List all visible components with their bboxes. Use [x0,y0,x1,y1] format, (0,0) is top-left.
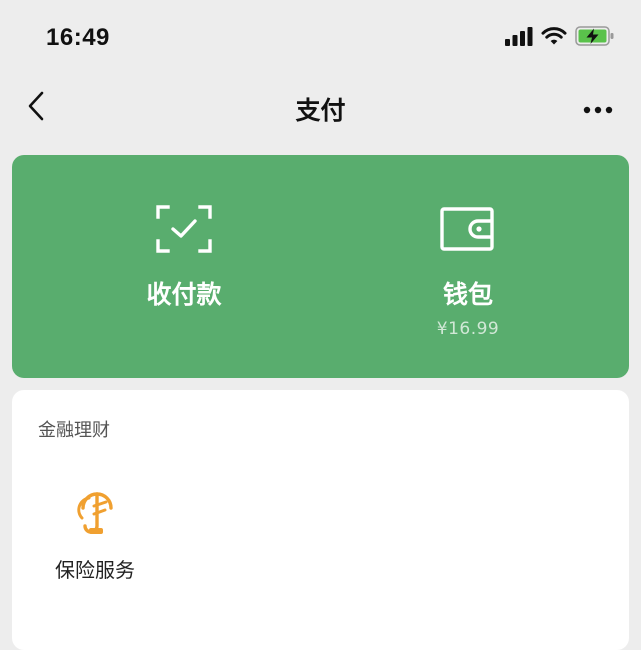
cellular-signal-icon [505,26,533,50]
insurance-service-button[interactable]: 保险服务 [40,480,150,590]
navigation-bar: 支付 [0,74,641,144]
wifi-icon [541,26,567,50]
section-title: 金融理财 [38,420,110,441]
more-button[interactable] [581,96,615,120]
more-dots-icon [583,99,613,118]
wallet-balance: ¥16.99 [436,319,500,339]
battery-charging-icon [575,25,615,51]
insurance-service-label: 保险服务 [55,558,135,582]
wallet-label: 钱包 [442,280,493,309]
wallet-button[interactable]: 钱包 ¥16.99 [348,155,588,378]
collect-pay-button[interactable]: 收付款 [64,155,304,378]
status-time: 16:49 [46,24,110,51]
status-bar: 16:49 [0,0,641,74]
status-icons [505,26,615,50]
scan-check-icon [156,205,212,253]
page-title: 支付 [295,96,346,125]
wallet-icon [440,205,496,253]
insurance-umbrella-icon [73,488,117,536]
pay-panel: 收付款 钱包 ¥16.99 [12,155,629,378]
collect-pay-label: 收付款 [146,280,222,309]
finance-section: 金融理财 保险服务 [12,390,629,650]
